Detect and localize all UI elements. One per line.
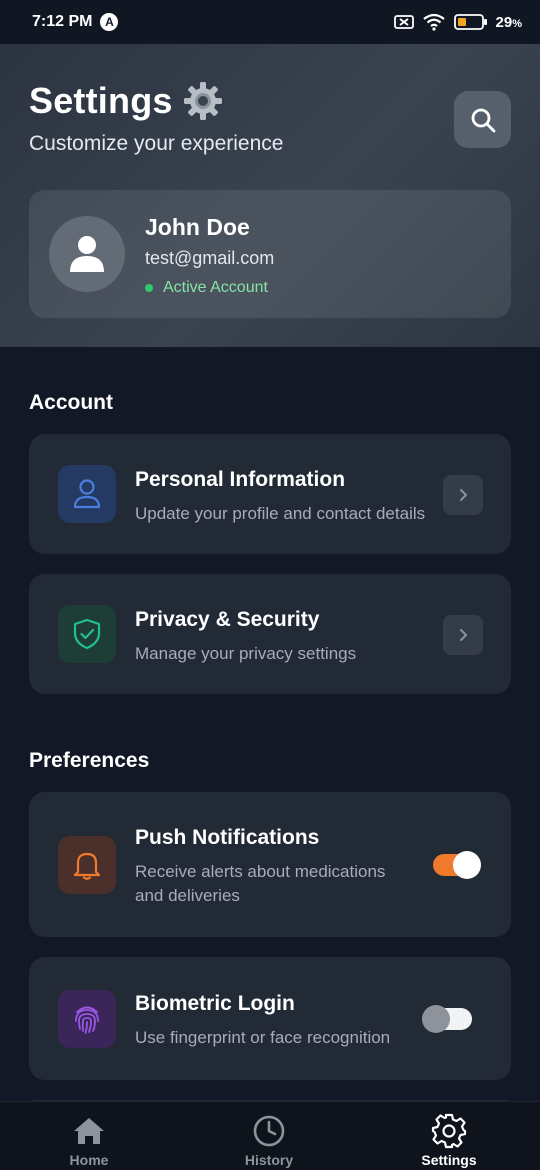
network-badge-icon: A <box>100 13 119 31</box>
title-row: Settings <box>29 80 223 122</box>
chevron-right-icon <box>460 629 467 641</box>
setting-item-biometric-login[interactable]: Biometric Login Use fingerprint or face … <box>29 957 511 1080</box>
nav-item-home[interactable]: Home <box>29 1102 149 1170</box>
profile-email: test@gmail.com <box>145 248 275 268</box>
section-title-preferences: Preferences <box>29 749 150 772</box>
status-time: 7:12 PM <box>32 13 93 30</box>
setting-item-title: Biometric Login <box>135 992 295 1015</box>
wifi-icon <box>422 13 445 31</box>
clock-icon <box>253 1115 285 1147</box>
account-status: Active Account <box>145 279 268 297</box>
biometric-login-toggle[interactable] <box>422 1005 472 1033</box>
setting-item-description: Update your profile and contact details <box>135 504 426 523</box>
setting-item-description: Use fingerprint or face recognition <box>135 1028 391 1047</box>
user-icon <box>73 479 101 509</box>
fingerprint-icon-tile <box>58 990 116 1048</box>
profile-name: John Doe <box>145 214 250 240</box>
setting-item-push-notifications[interactable]: Push Notifications Receive alerts about … <box>29 792 511 937</box>
battery-percent: 29% <box>495 13 522 31</box>
home-icon <box>74 1118 104 1144</box>
account-status-label: Active Account <box>163 279 268 296</box>
nav-label-history: History <box>244 1152 294 1168</box>
page-title: Settings <box>29 80 173 121</box>
status-dot-icon <box>145 284 153 292</box>
fingerprint-icon <box>75 1006 99 1034</box>
page-subtitle: Customize your experience <box>29 132 284 155</box>
settings-header: Settings Customize your experience John … <box>0 44 540 347</box>
shield-icon-tile <box>58 605 116 663</box>
chevron-right-button[interactable] <box>443 615 483 655</box>
gear-icon <box>431 1113 467 1149</box>
setting-item-description: Manage your privacy settings <box>135 644 357 663</box>
gear-icon <box>183 82 222 120</box>
toggle-knob <box>422 1005 450 1033</box>
setting-item-title: Push Notifications <box>135 826 320 849</box>
setting-item-description: Receive alerts about medications and del… <box>135 860 385 908</box>
setting-item-title: Personal Information <box>135 468 346 491</box>
nav-label-home: Home <box>69 1152 109 1168</box>
status-right: 29% <box>393 13 522 31</box>
search-icon <box>471 108 495 132</box>
profile-card[interactable]: John Doe test@gmail.com Active Account <box>29 190 511 318</box>
nav-icon-wrap <box>72 1114 106 1148</box>
bell-icon-tile <box>58 836 116 894</box>
nav-item-settings[interactable]: Settings <box>389 1102 509 1170</box>
push-notifications-toggle[interactable] <box>433 851 481 879</box>
setting-item-personal-information[interactable]: Personal Information Update your profile… <box>29 434 511 554</box>
nav-icon-wrap <box>252 1114 286 1148</box>
chevron-right-button[interactable] <box>443 475 483 515</box>
chevron-right-icon <box>460 489 467 501</box>
setting-item-title: Privacy & Security <box>135 608 320 631</box>
nav-icon-wrap <box>431 1113 467 1149</box>
status-left: 7:12 PM A <box>32 13 119 31</box>
nav-item-history[interactable]: History <box>209 1102 329 1170</box>
user-avatar-icon <box>70 236 104 272</box>
sim-off-icon <box>393 15 414 29</box>
description-line: and deliveries <box>135 886 240 905</box>
setting-item-privacy-security[interactable]: Privacy & Security Manage your privacy s… <box>29 574 511 694</box>
bottom-nav: Home History Settings <box>0 1101 540 1170</box>
section-title-account: Account <box>29 391 113 414</box>
toggle-knob <box>453 851 481 879</box>
bell-icon <box>73 852 101 880</box>
shield-icon <box>73 618 101 650</box>
status-bar: 7:12 PM A 29% <box>0 0 540 44</box>
search-button[interactable] <box>454 91 511 148</box>
battery-icon <box>453 14 487 30</box>
description-line: Receive alerts about medications <box>135 862 386 881</box>
nav-label-settings: Settings <box>421 1152 477 1168</box>
avatar <box>49 216 125 292</box>
user-icon-tile <box>58 465 116 523</box>
